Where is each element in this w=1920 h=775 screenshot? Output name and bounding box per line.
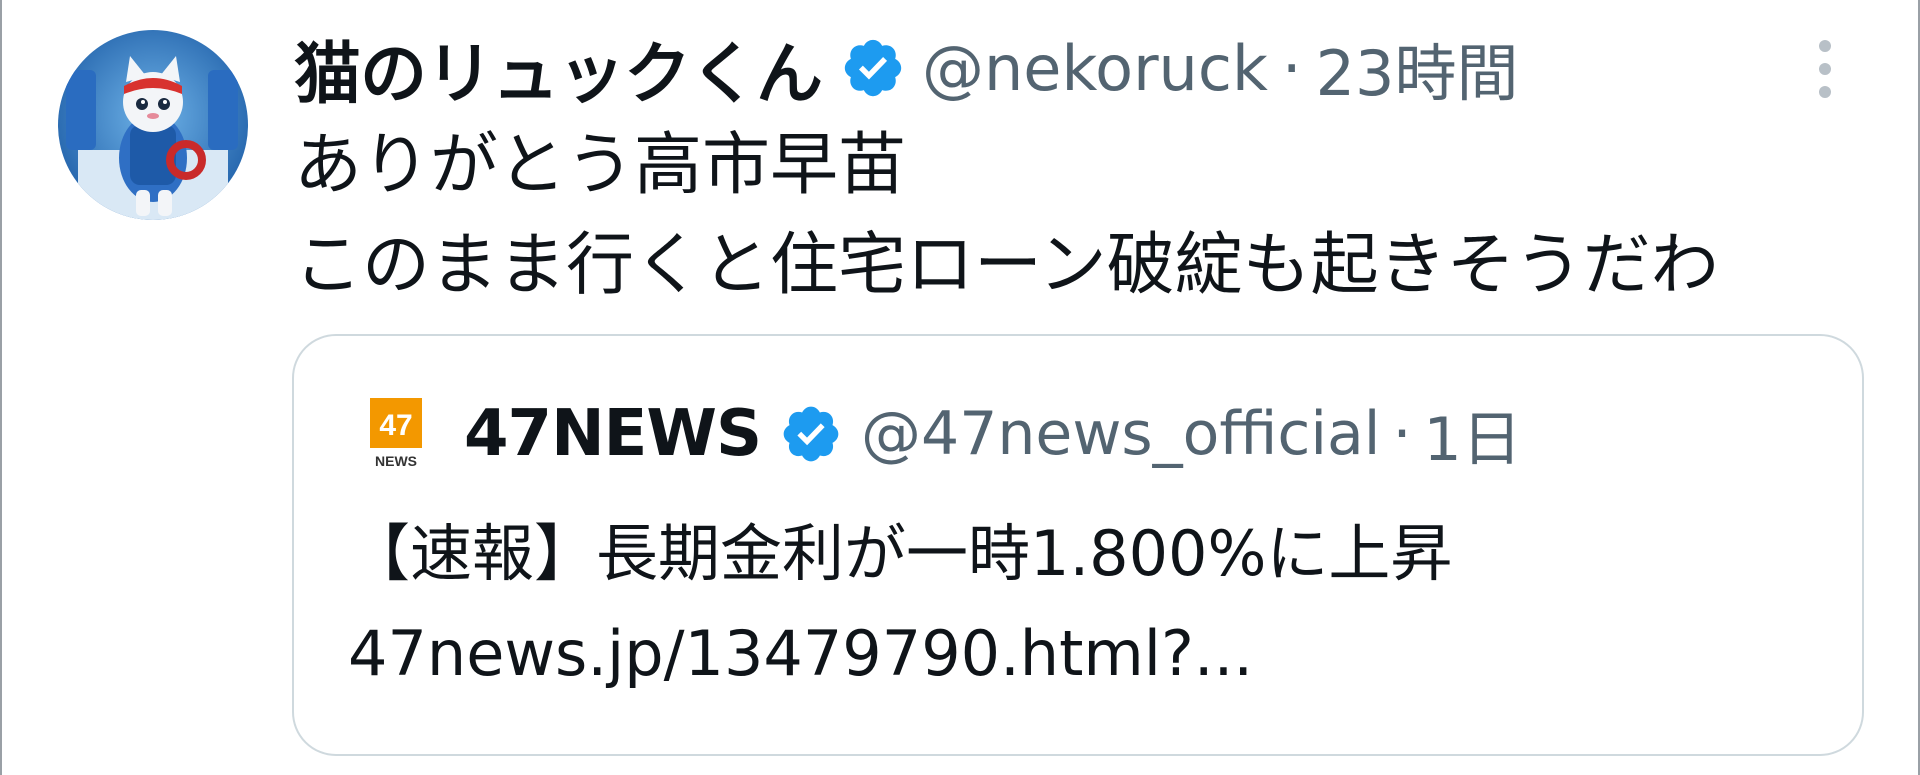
quoted-tweet-text: 【速報】長期金利が一時1.800%に上昇 47news.jp/13479790.… (348, 504, 1452, 704)
verified-badge-icon (840, 35, 906, 101)
cat-backpack-avatar-icon (58, 30, 248, 220)
user-avatar[interactable] (58, 30, 248, 220)
quoted-separator-dot: · (1392, 399, 1412, 469)
quoted-tweet-card[interactable]: 47 NEWS 47NEWS @47news_official · 1日 【速報… (292, 334, 1864, 756)
timestamp[interactable]: 23時間 (1316, 23, 1519, 113)
quoted-verified-badge-icon (779, 402, 843, 466)
separator-dot: · (1281, 31, 1302, 105)
more-vertical-icon[interactable] (1810, 36, 1840, 102)
quoted-timestamp[interactable]: 1日 (1424, 391, 1522, 478)
47news-logo-icon[interactable]: 47 NEWS (370, 398, 422, 470)
tweet-text-line-2: このまま行くと住宅ローン破綻も起きそうだわ (294, 226, 1719, 305)
quoted-headline: 【速報】長期金利が一時1.800%に上昇 (348, 517, 1453, 590)
user-handle[interactable]: @nekoruck (922, 32, 1268, 105)
logo-number: 47 (379, 409, 412, 442)
tweet-header: 猫のリュックくん @nekoruck · 23時間 (294, 20, 1518, 116)
tweet-text: ありがとう高市早苗 このまま行くと住宅ローン破綻も起きそうだわ (294, 116, 1719, 316)
quoted-display-name[interactable]: 47NEWS (464, 397, 762, 471)
tweet-text-line-1: ありがとう高市早苗 (294, 126, 907, 205)
logo-subtext: NEWS (375, 453, 417, 469)
quoted-link[interactable]: 47news.jp/13479790.html?... (348, 604, 1452, 704)
display-name[interactable]: 猫のリュックくん (294, 20, 823, 117)
tweet-container[interactable]: 猫のリュックくん @nekoruck · 23時間 ありがとう高市早苗 このまま… (0, 0, 1920, 775)
quoted-user-handle[interactable]: @47news_official (861, 399, 1380, 469)
quoted-tweet-header: 47 NEWS 47NEWS @47news_official · 1日 (370, 388, 1522, 480)
